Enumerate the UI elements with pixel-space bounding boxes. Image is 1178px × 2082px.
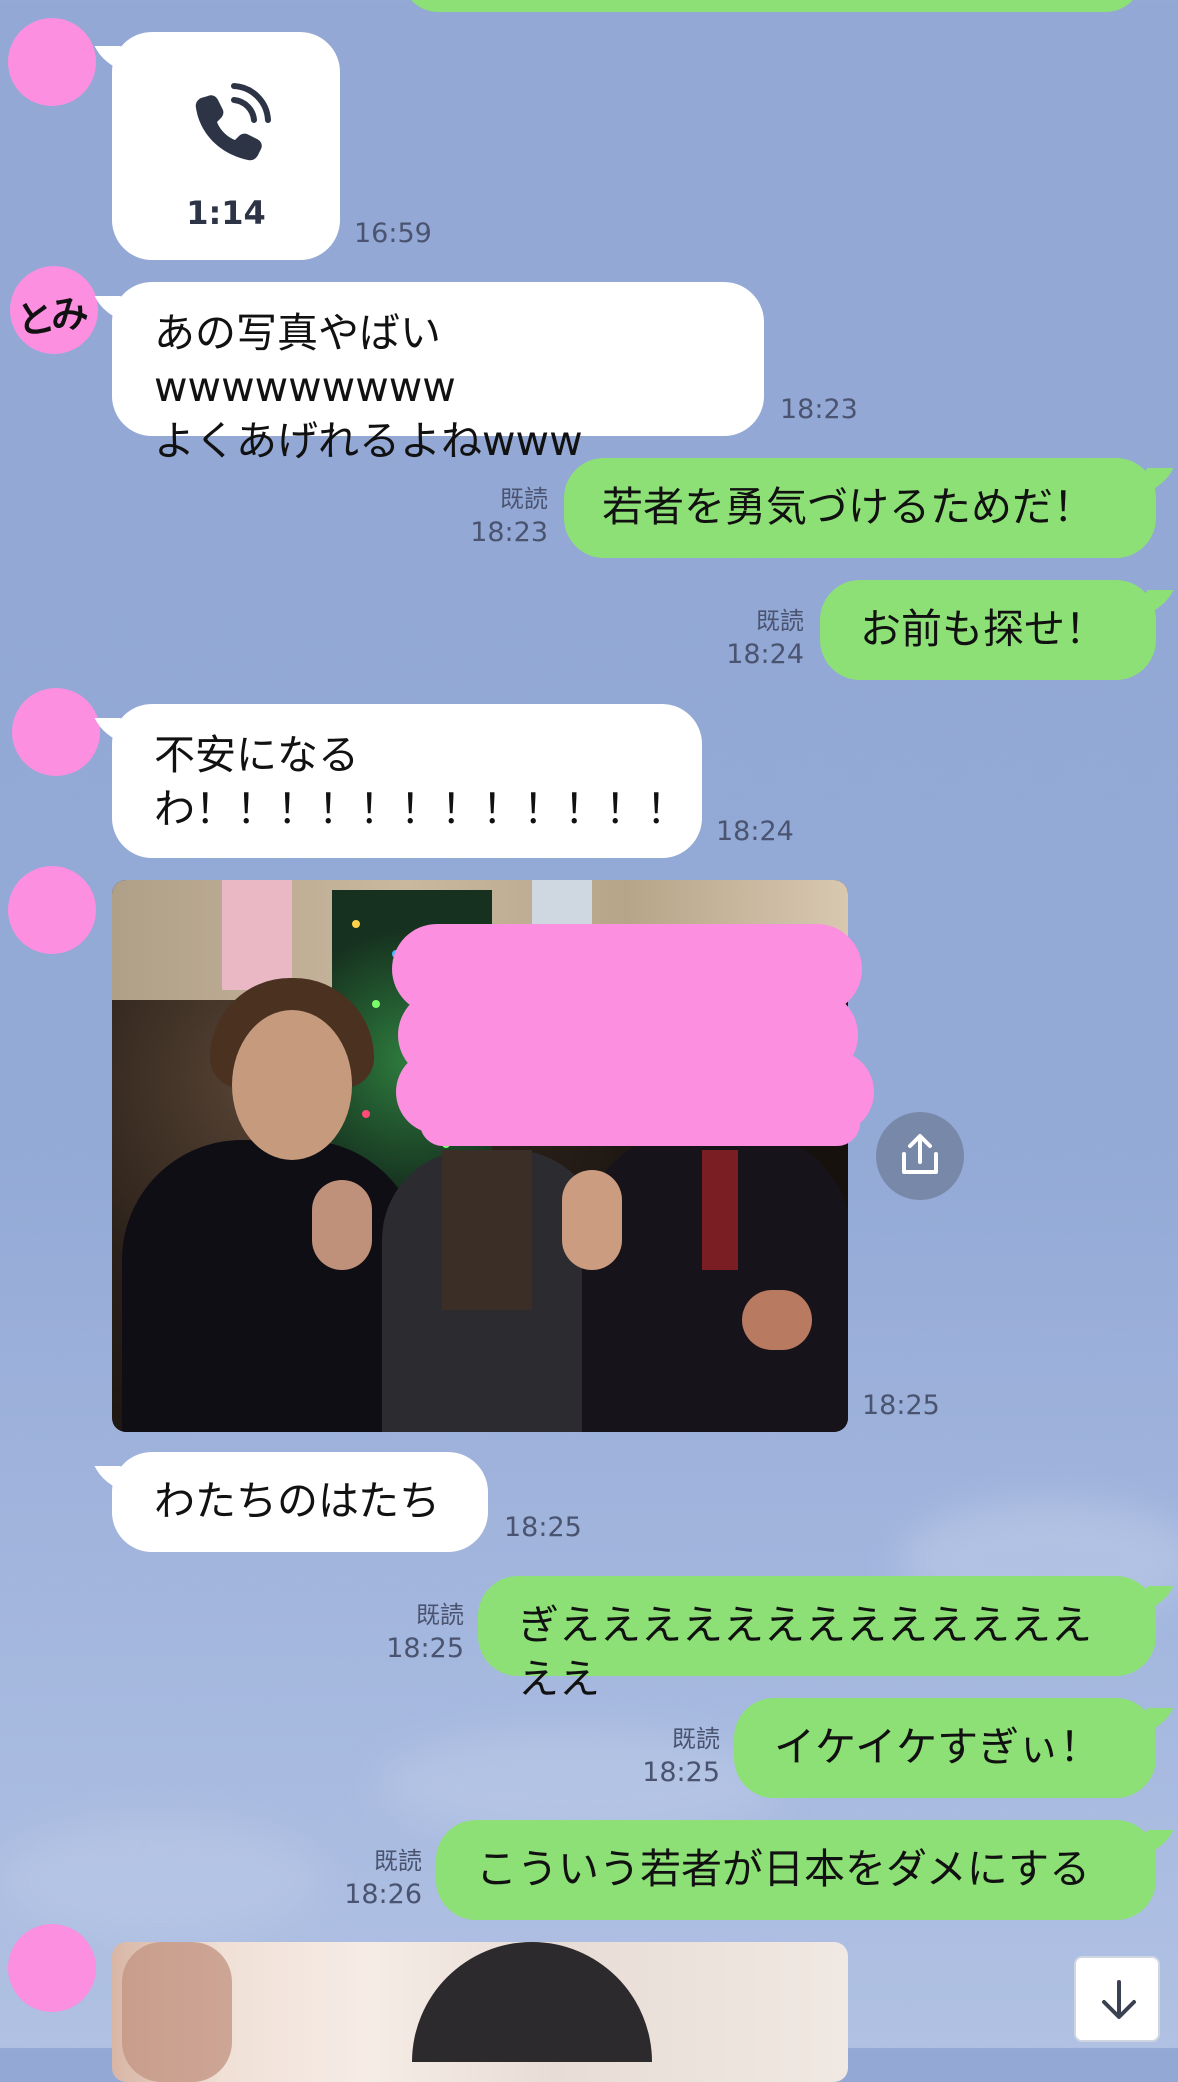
message-bubble-outgoing[interactable]: 若者を勇気づけるためだ！ [564, 458, 1156, 558]
message-bubble-incoming[interactable]: あの写真やばいwwwwwwwww よくあげれるよねwww [112, 282, 764, 465]
message-text: あの写真やばいwwwwwwwww [154, 309, 456, 411]
timestamp: 18:25 [504, 1512, 582, 1543]
message-meta: 既読 18:26 [334, 1844, 422, 1912]
read-receipt: 既読 [416, 1601, 464, 1629]
timestamp: 18:23 [780, 394, 858, 425]
photo-person-hair [412, 1942, 652, 2062]
photo-scarf [442, 1150, 532, 1310]
timestamp: 18:23 [470, 517, 548, 548]
redaction-mark [420, 1100, 860, 1146]
message-meta: 既読 18:24 [716, 604, 804, 672]
photo-message[interactable] [112, 1942, 848, 2082]
message-text: イケイケすぎぃ！ [774, 1723, 1101, 1771]
photo-sign [222, 880, 292, 990]
message-bubble-incoming[interactable]: わたちのはたち [112, 1452, 488, 1552]
call-duration: 1:14 [186, 194, 266, 232]
timestamp: 18:25 [386, 1633, 464, 1664]
photo-hand [122, 1942, 232, 2082]
message-text: こういう若者が日本をダメにする [476, 1845, 1091, 1893]
message-meta: 既読 18:23 [460, 482, 548, 550]
message-text: お前も探せ！ [860, 605, 1106, 653]
background-cloud [0, 1820, 320, 1940]
message-text: ぎえええええええええええええええ [518, 1601, 1092, 1703]
share-button[interactable] [876, 1112, 964, 1200]
read-receipt: 既読 [500, 485, 548, 513]
message-text: わ！！！！！！！！！！！！ [154, 785, 687, 833]
avatar[interactable] [8, 1924, 96, 2012]
avatar[interactable]: とみ [10, 266, 98, 354]
phone-call-icon [195, 83, 271, 161]
chat-area[interactable]: 1:14 16:59 とみ あの写真やばいwwwwwwwww よくあげれるよねw… [0, 0, 1178, 2082]
message-text: 若者を勇気づけるためだ！ [602, 483, 1094, 531]
message-bubble-incoming[interactable]: 不安になる わ！！！！！！！！！！！！ [112, 704, 702, 858]
timestamp: 18:25 [642, 1757, 720, 1788]
timestamp: 18:25 [862, 1390, 940, 1421]
read-receipt: 既読 [756, 607, 804, 635]
photo-person-face [232, 1010, 352, 1160]
photo-peace-sign [312, 1180, 372, 1270]
message-text: わたちのはたち [154, 1477, 441, 1525]
read-receipt: 既読 [672, 1725, 720, 1753]
read-receipt: 既読 [374, 1847, 422, 1875]
message-bubble-outgoing[interactable]: ぎえええええええええええええええ [478, 1576, 1156, 1703]
share-icon [902, 1134, 938, 1174]
avatar-handwriting: とみ [13, 290, 88, 344]
message-bubble-outgoing[interactable]: お前も探せ！ [820, 580, 1156, 680]
message-meta: 既読 18:25 [632, 1722, 720, 1790]
message-bubble-outgoing[interactable]: こういう若者が日本をダメにする [436, 1820, 1156, 1920]
call-record-card[interactable]: 1:14 [112, 32, 340, 260]
arrow-down-icon [1102, 1980, 1136, 2019]
photo-person [122, 1140, 422, 1432]
scroll-to-bottom-button[interactable] [1074, 1956, 1160, 2042]
photo-peace-sign [562, 1170, 622, 1270]
photo-hand [742, 1290, 812, 1350]
avatar[interactable] [8, 866, 96, 954]
message-bubble-outgoing[interactable] [402, 0, 1142, 12]
avatar[interactable] [8, 18, 96, 106]
timestamp: 18:24 [726, 639, 804, 670]
photo-tie [702, 1150, 738, 1270]
timestamp: 16:59 [354, 218, 432, 249]
avatar[interactable] [12, 688, 100, 776]
message-bubble-outgoing[interactable]: イケイケすぎぃ！ [734, 1698, 1156, 1798]
message-meta: 既読 18:25 [376, 1598, 464, 1666]
message-text: 不安になる [154, 731, 359, 779]
timestamp: 18:24 [716, 816, 794, 847]
timestamp: 18:26 [344, 1879, 422, 1910]
